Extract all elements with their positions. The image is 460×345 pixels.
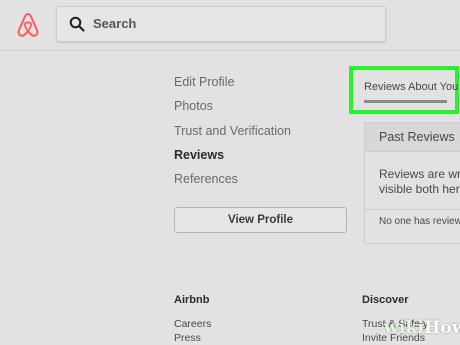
view-profile-button[interactable]: View Profile bbox=[174, 207, 347, 233]
sidebar-item-reviews[interactable]: Reviews bbox=[174, 147, 291, 163]
footer-link-careers[interactable]: Careers bbox=[174, 318, 211, 332]
panel-title: Past Reviews bbox=[379, 130, 455, 144]
divider bbox=[365, 209, 460, 210]
footer-heading: Discover bbox=[362, 294, 409, 306]
tab-reviews-about-you[interactable]: Reviews About You bbox=[349, 66, 459, 114]
panel-text-line-2: visible both her bbox=[379, 182, 460, 196]
panel-text-line-1: Reviews are wri bbox=[379, 167, 460, 181]
active-tab-indicator bbox=[364, 100, 447, 103]
sidebar-item-trust-verification[interactable]: Trust and Verification bbox=[174, 123, 291, 139]
panel-description: Reviews are wri visible both her bbox=[379, 167, 460, 197]
watermark-part-1: wiki bbox=[384, 318, 425, 338]
sidebar-item-edit-profile[interactable]: Edit Profile bbox=[174, 74, 291, 90]
search-placeholder: Search bbox=[93, 16, 137, 31]
search-icon bbox=[69, 16, 85, 32]
sidebar-item-references[interactable]: References bbox=[174, 171, 291, 187]
sidebar-nav: Edit Profile Photos Trust and Verificati… bbox=[174, 74, 291, 195]
wikihow-watermark: wikiHow bbox=[384, 318, 460, 338]
sidebar-item-photos[interactable]: Photos bbox=[174, 98, 291, 114]
footer-heading: Airbnb bbox=[174, 294, 210, 306]
top-header: Search bbox=[0, 0, 460, 51]
past-reviews-panel: Past Reviews Reviews are wri visible bot… bbox=[364, 122, 460, 244]
footer-link-press[interactable]: Press bbox=[174, 332, 211, 345]
watermark-part-2: How bbox=[424, 318, 460, 338]
tab-label: Reviews About You bbox=[364, 81, 459, 93]
panel-header: Past Reviews bbox=[365, 123, 460, 152]
airbnb-logo-icon[interactable] bbox=[15, 12, 41, 38]
empty-state-text: No one has review bbox=[379, 216, 460, 227]
search-input[interactable]: Search bbox=[56, 6, 386, 42]
footer-column-airbnb: Airbnb Careers Press bbox=[174, 294, 211, 345]
